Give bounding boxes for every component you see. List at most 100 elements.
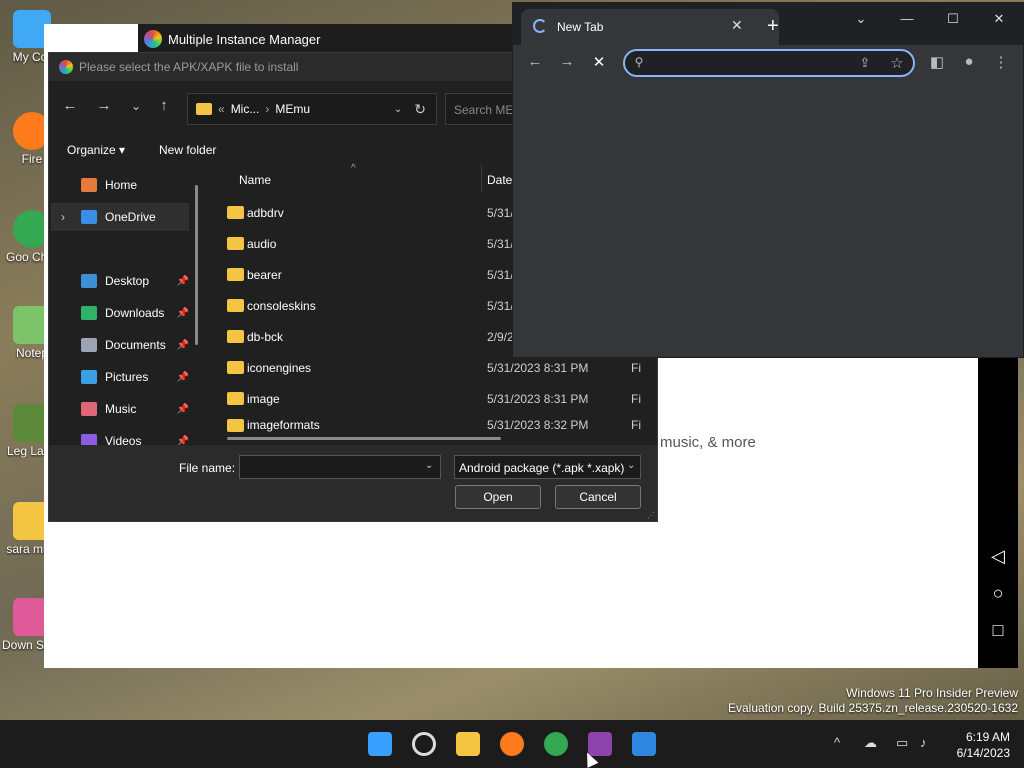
clock-date: 6/14/2023: [956, 746, 1010, 760]
volume-icon[interactable]: ♪: [920, 735, 927, 750]
tab-close-icon[interactable]: ✕: [731, 17, 743, 34]
profile-icon[interactable]: ●: [959, 53, 979, 70]
nav-item-downloads[interactable]: Downloads 📌: [51, 299, 189, 327]
multi-instance-manager-icon[interactable]: [632, 732, 656, 756]
column-header-date[interactable]: Date: [487, 173, 512, 187]
file-name: imageformats: [247, 418, 320, 432]
nav-item-onedrive[interactable]: › OneDrive: [51, 203, 189, 231]
refresh-icon[interactable]: ↻: [414, 101, 426, 118]
minimize-button[interactable]: —: [897, 11, 917, 26]
close-window-button[interactable]: ✕: [989, 11, 1009, 27]
resize-grip-icon[interactable]: ⋰: [647, 511, 655, 520]
nav-item-home[interactable]: Home: [51, 171, 189, 199]
organize-button[interactable]: Organize ▾: [67, 143, 125, 157]
nav-item-music[interactable]: Music 📌: [51, 395, 189, 423]
pin-icon[interactable]: 📌: [177, 404, 189, 415]
pin-icon[interactable]: 📌: [177, 276, 189, 287]
stop-loading-icon[interactable]: ✕: [589, 53, 609, 71]
file-row[interactable]: image 5/31/2023 8:31 PM Fi: [209, 383, 649, 414]
column-header-name[interactable]: Name: [239, 173, 271, 187]
file-name: iconengines: [247, 360, 312, 375]
file-name: bearer: [247, 267, 282, 282]
memu-body-text: music, & more: [660, 434, 756, 451]
folder-icon: [227, 418, 244, 432]
open-button[interactable]: Open: [455, 485, 541, 509]
start-button-icon[interactable]: [368, 732, 392, 756]
tray-overflow-icon[interactable]: ^: [834, 735, 840, 750]
forward-arrow-icon[interactable]: →: [93, 97, 115, 114]
file-list-scrollbar[interactable]: [227, 437, 501, 440]
file-date: 5/31/: [487, 205, 514, 220]
nav-pane-scrollbar[interactable]: [195, 185, 198, 345]
menu-kebab-icon[interactable]: ⋮: [991, 53, 1011, 71]
desktop-icon: [81, 274, 97, 288]
pin-icon[interactable]: 📌: [177, 340, 189, 351]
nav-item-documents[interactable]: Documents 📌: [51, 331, 189, 359]
documents-icon: [81, 338, 97, 352]
nav-item-pictures[interactable]: Pictures 📌: [51, 363, 189, 391]
watermark-line2: Evaluation copy. Build 25375.zn_release.…: [728, 701, 1018, 715]
address-dropdown-icon[interactable]: ⌄: [394, 104, 402, 115]
chrome-window: New Tab ✕ + ⌄ — ☐ ✕ ← → ✕ ⚲ ⇪ ☆ ◧ ● ⋮: [512, 2, 1024, 358]
side-panel-icon[interactable]: ◧: [927, 53, 947, 71]
back-arrow-icon[interactable]: ←: [59, 97, 81, 114]
pin-icon[interactable]: 📌: [177, 308, 189, 319]
up-arrow-icon[interactable]: ↑: [153, 97, 175, 114]
file-type: Fi: [631, 418, 641, 432]
pin-icon[interactable]: 📌: [177, 372, 189, 383]
back-arrow-icon[interactable]: ←: [525, 53, 545, 70]
expand-chevron-icon[interactable]: ›: [61, 210, 65, 224]
file-type-dropdown-icon[interactable]: ⌄: [627, 460, 635, 471]
forward-arrow-icon[interactable]: →: [557, 53, 577, 70]
file-date: 5/31/: [487, 298, 514, 313]
file-name: db-bck: [247, 329, 284, 344]
breadcrumb-overflow[interactable]: «: [218, 102, 225, 116]
firefox-icon[interactable]: [500, 732, 524, 756]
nav-item-label: Downloads: [105, 306, 165, 320]
file-explorer-icon[interactable]: [456, 732, 480, 756]
breadcrumb-segment[interactable]: Mic...: [231, 102, 260, 116]
address-bar[interactable]: « Mic... › MEmu ⌄ ↻: [187, 93, 437, 125]
onedrive-icon[interactable]: ☁: [864, 735, 877, 751]
clock-time: 6:19 AM: [965, 730, 1010, 744]
column-divider[interactable]: [481, 165, 482, 193]
sort-up-icon: ^: [351, 163, 356, 174]
nav-item-desktop[interactable]: Desktop 📌: [51, 267, 189, 295]
file-type-select[interactable]: Android package (*.apk *.xapk): [454, 455, 641, 479]
file-name-dropdown-icon[interactable]: ⌄: [425, 460, 433, 471]
chrome-icon[interactable]: [544, 732, 568, 756]
folder-icon: [227, 299, 244, 312]
search-icon[interactable]: [412, 732, 436, 756]
recent-locations-icon[interactable]: ⌄: [125, 99, 147, 113]
network-icon[interactable]: ▭: [896, 735, 908, 751]
new-folder-button[interactable]: New folder: [159, 143, 216, 157]
system-clock[interactable]: 6:19 AM 6/14/2023: [957, 729, 1010, 761]
memu-logo-icon: [144, 30, 162, 48]
share-icon[interactable]: ⇪: [855, 55, 875, 71]
watermark-line1: Windows 11 Pro Insider Preview: [846, 686, 1018, 700]
cancel-button[interactable]: Cancel: [555, 485, 641, 509]
file-name-input[interactable]: [239, 455, 441, 479]
bookmark-star-icon[interactable]: ☆: [887, 54, 907, 72]
android-back-button[interactable]: ◁: [988, 546, 1008, 567]
file-name-label: File name:: [179, 461, 236, 475]
memu-logo-icon: [59, 60, 73, 74]
file-row[interactable]: imageformats 5/31/2023 8:32 PM Fi: [209, 414, 649, 436]
file-type: Fi: [631, 391, 641, 406]
folder-icon: [227, 392, 244, 405]
maximize-button[interactable]: ☐: [943, 11, 963, 27]
nav-item-label: Pictures: [105, 370, 149, 384]
downloads-icon: [81, 306, 97, 320]
file-name: audio: [247, 236, 277, 251]
folder-icon: [227, 206, 244, 219]
home-icon: [81, 178, 97, 192]
android-recent-button[interactable]: □: [988, 620, 1008, 641]
new-tab-button[interactable]: +: [767, 15, 779, 38]
file-type: Fi: [631, 360, 641, 375]
android-home-button[interactable]: ○: [988, 583, 1008, 604]
memu-titlebar: Multiple Instance Manager: [138, 24, 514, 54]
tab-search-icon[interactable]: ⌄: [851, 11, 871, 27]
file-date: 5/31/: [487, 267, 514, 282]
breadcrumb-segment[interactable]: MEmu: [275, 102, 310, 116]
file-date: 5/31/: [487, 236, 514, 251]
